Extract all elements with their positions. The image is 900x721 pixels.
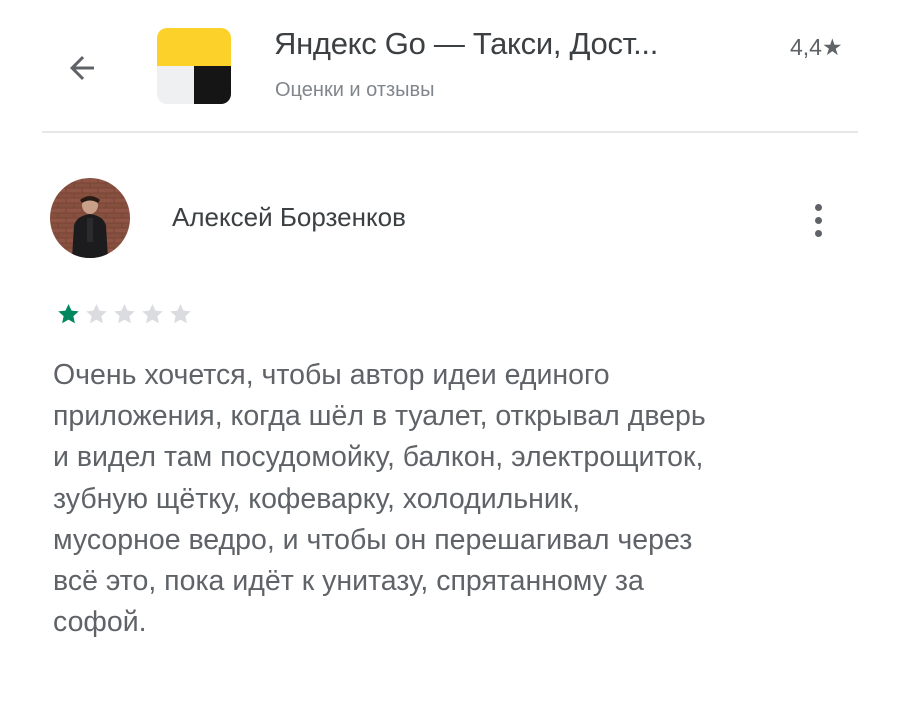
review-text-line: приложения, когда шёл в туалет, открывал…: [53, 400, 706, 433]
star-empty-icon: [140, 302, 165, 327]
reviewer-name: Алексей Борзенков: [172, 202, 406, 232]
back-button[interactable]: [60, 46, 104, 90]
review-text-line: мусорное ведро, и чтобы он перешагивал ч…: [53, 523, 693, 556]
star-empty-icon: [112, 302, 137, 327]
star-filled-icon: [56, 302, 81, 327]
page-subtitle: Оценки и отзывы: [275, 79, 435, 101]
avatar[interactable]: [50, 178, 130, 258]
app-rating: 4,4★: [790, 34, 843, 60]
review-text-line: всё это, пока идёт к унитазу, спрятанном…: [53, 565, 644, 598]
review-page: Яндекс Go — Такси, Дост... 4,4★ Оценки и…: [0, 0, 900, 721]
app-title: Яндекс Go — Такси, Дост...: [274, 26, 659, 61]
yandex-go-app-icon[interactable]: [157, 28, 231, 104]
review-text-line: зубную щётку, кофеварку, холодильник,: [53, 482, 581, 515]
star-empty-icon: [84, 302, 109, 327]
review-text: Очень хочется, чтобы автор идеи единого …: [53, 355, 853, 643]
header-divider: [42, 131, 858, 133]
review-text-line: и видел там посудомойку, балкон, электро…: [53, 441, 704, 474]
star-rating: [56, 302, 193, 327]
arrow-left-icon: [70, 56, 94, 80]
star-empty-icon: [168, 302, 193, 327]
more-vert-icon: [814, 203, 822, 211]
review-text-line: софой.: [53, 606, 147, 639]
more-options-button[interactable]: [804, 196, 832, 244]
review-text-line: Очень хочется, чтобы автор идеи единого: [53, 359, 610, 391]
